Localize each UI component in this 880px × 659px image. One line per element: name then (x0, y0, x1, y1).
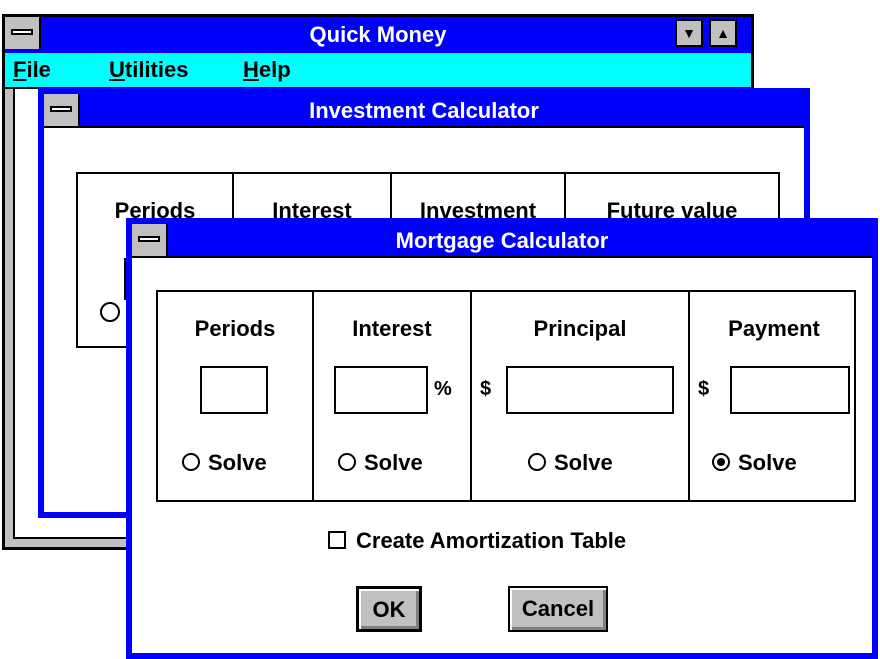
menu-file[interactable]: File (13, 53, 51, 87)
payment-input[interactable] (730, 366, 850, 414)
maximize-button[interactable]: ▲ (709, 19, 737, 47)
menu-help[interactable]: Help (243, 53, 291, 87)
principal-input[interactable] (506, 366, 674, 414)
system-menu-icon (50, 106, 72, 112)
payment-column: Payment $ Solve (690, 292, 858, 500)
principal-column: Principal $ Solve (472, 292, 690, 500)
interest-solve-radio[interactable] (338, 453, 356, 472)
quick-money-titlebar[interactable]: Quick Money (5, 17, 751, 55)
payment-label: Payment (728, 316, 820, 341)
window-title: Quick Money (309, 22, 447, 47)
mortgage-calculator-titlebar[interactable]: Mortgage Calculator (132, 224, 872, 258)
payment-solve-radio[interactable] (712, 453, 730, 472)
arrow-down-icon: ▼ (682, 25, 696, 41)
principal-solve-option[interactable]: Solve (528, 450, 613, 476)
window-title: Investment Calculator (309, 98, 539, 123)
interest-column: Interest % Solve (314, 292, 472, 500)
system-menu-icon (138, 236, 160, 242)
periods-label: Periods (194, 316, 276, 341)
interest-label: Interest (352, 316, 432, 341)
amortization-option[interactable]: Create Amortization Table (328, 528, 626, 554)
cancel-button[interactable]: Cancel (508, 586, 608, 632)
minimize-button[interactable]: ▼ (675, 19, 703, 47)
principal-label: Principal (533, 316, 627, 341)
amortization-checkbox[interactable] (328, 531, 346, 550)
menu-bar: File Utilities Help (5, 53, 751, 89)
periods-solve-radio[interactable] (100, 302, 120, 322)
system-menu-icon (11, 29, 33, 35)
dollar-symbol: $ (698, 378, 710, 400)
interest-input[interactable] (334, 366, 428, 414)
principal-solve-radio[interactable] (528, 453, 546, 472)
system-menu-button[interactable] (5, 17, 41, 49)
periods-input[interactable] (200, 366, 268, 414)
arrow-up-icon: ▲ (716, 25, 730, 41)
percent-symbol: % (434, 378, 452, 400)
mortgage-grid: Periods Solve Interest % Solve Principal… (156, 290, 856, 502)
interest-solve-option[interactable]: Solve (338, 450, 423, 476)
investment-calculator-titlebar[interactable]: Investment Calculator (44, 94, 804, 128)
window-title: Mortgage Calculator (395, 228, 609, 253)
dollar-symbol: $ (480, 378, 492, 400)
payment-solve-option[interactable]: Solve (712, 450, 797, 476)
system-menu-button[interactable] (44, 94, 80, 126)
periods-solve-radio[interactable] (182, 453, 200, 472)
periods-column: Periods Solve (158, 292, 314, 500)
periods-solve-option[interactable]: Solve (182, 450, 267, 476)
system-menu-button[interactable] (132, 224, 168, 256)
mortgage-calculator-window: Mortgage Calculator Periods Solve Intere… (126, 218, 878, 659)
ok-button[interactable]: OK (356, 586, 422, 632)
amortization-label: Create Amortization Table (356, 528, 627, 553)
menu-utilities[interactable]: Utilities (109, 53, 188, 87)
